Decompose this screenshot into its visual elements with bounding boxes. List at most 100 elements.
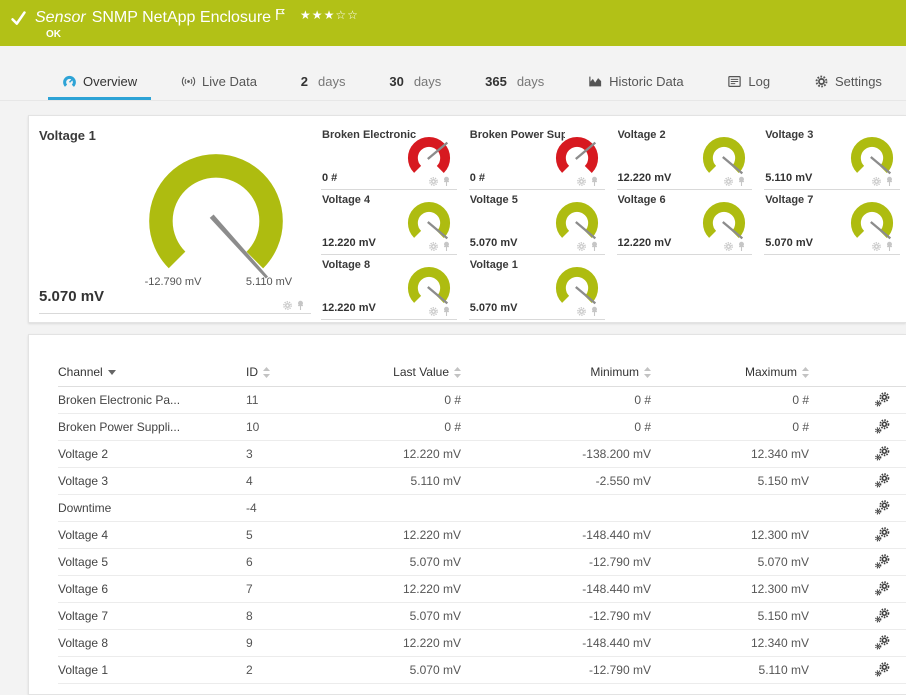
column-header-maximum[interactable]: Maximum	[651, 359, 809, 387]
cell-last-value: 12.220 mV	[361, 440, 461, 468]
cell-minimum: 0 #	[461, 386, 651, 414]
gear-icon[interactable]	[282, 300, 293, 311]
cell-last-value: 0 #	[361, 386, 461, 414]
column-header-minimum[interactable]: Minimum	[461, 359, 651, 387]
table-row[interactable]: Downtime -4	[58, 494, 906, 522]
historic-chart-icon	[589, 76, 602, 86]
column-header-id[interactable]: ID	[246, 359, 361, 387]
cell-id: 10	[246, 413, 361, 441]
stars-empty: ☆☆	[335, 8, 359, 22]
cell-last-value: 5.070 mV	[361, 548, 461, 576]
cell-channel: Voltage 2	[58, 440, 246, 468]
cell-id: 9	[246, 629, 361, 657]
gear-icon[interactable]	[871, 241, 882, 252]
cell-id: 4	[246, 467, 361, 495]
gear-icon[interactable]	[576, 176, 587, 187]
cell-minimum: -148.440 mV	[461, 521, 651, 549]
cell-minimum: -148.440 mV	[461, 629, 651, 657]
channel-settings-icon[interactable]	[875, 446, 890, 461]
channel-settings-icon[interactable]	[875, 527, 890, 542]
column-header-channel[interactable]: Channel	[58, 359, 246, 387]
gear-icon[interactable]	[428, 241, 439, 252]
sort-desc-icon	[107, 369, 116, 375]
channel-settings-icon[interactable]	[875, 392, 890, 407]
column-label: Maximum	[744, 365, 797, 380]
tab-log[interactable]: Log	[713, 65, 784, 100]
pin-icon[interactable]	[885, 176, 894, 187]
channel-settings-icon[interactable]	[875, 500, 890, 515]
gear-icon[interactable]	[871, 176, 882, 187]
table-row[interactable]: Broken Electronic Pa... 11 0 # 0 # 0 #	[58, 386, 906, 414]
tab-30-days[interactable]: 30 days	[375, 65, 455, 100]
tab-live-data[interactable]: Live Data	[167, 65, 271, 100]
content-area: Voltage 1 -12.790 mV 5.110 mV 5.070 mV B…	[0, 101, 906, 695]
pin-icon[interactable]	[885, 241, 894, 252]
channels-table: Channel ID Last Value Minimum Maximum Br…	[58, 359, 906, 684]
cell-maximum: 0 #	[651, 386, 809, 414]
cell-last-value: 12.220 mV	[361, 521, 461, 549]
channel-settings-icon[interactable]	[875, 419, 890, 434]
cell-id: 7	[246, 575, 361, 603]
small-gauge-grid: Broken Electronic Parts 0 # Broken Power…	[321, 128, 900, 322]
table-row[interactable]: Voltage 3 4 5.110 mV -2.550 mV 5.150 mV	[58, 467, 906, 495]
table-row[interactable]: Voltage 8 9 12.220 mV -148.440 mV 12.340…	[58, 629, 906, 657]
table-row[interactable]: Voltage 1 2 5.070 mV -12.790 mV 5.110 mV	[58, 656, 906, 684]
gauge-tile: Voltage 7 5.070 mV	[764, 193, 900, 255]
tab-day-count: 30	[389, 73, 404, 89]
pin-icon[interactable]	[737, 176, 746, 187]
pin-icon[interactable]	[590, 176, 599, 187]
column-header-last-value[interactable]: Last Value	[361, 359, 461, 387]
pin-icon[interactable]	[737, 241, 746, 252]
pin-icon[interactable]	[442, 306, 451, 317]
column-label: Channel	[58, 365, 103, 380]
tab-overview[interactable]: Overview	[48, 65, 152, 100]
gear-icon[interactable]	[723, 241, 734, 252]
sensor-kind-label: Sensor	[35, 9, 86, 26]
sort-both-icon	[644, 366, 651, 378]
gear-icon[interactable]	[723, 176, 734, 187]
channel-settings-icon[interactable]	[875, 635, 890, 650]
cell-channel: Downtime	[58, 494, 246, 522]
table-row[interactable]: Voltage 6 7 12.220 mV -148.440 mV 12.300…	[58, 575, 906, 603]
cell-minimum: -12.790 mV	[461, 548, 651, 576]
favorite-rating-stars[interactable]: ★★★☆☆	[300, 8, 359, 22]
column-header-settings	[809, 359, 906, 387]
channel-settings-icon[interactable]	[875, 473, 890, 488]
cell-maximum: 5.110 mV	[651, 656, 809, 684]
pin-icon[interactable]	[590, 306, 599, 317]
gauge-value: 5.070 mV	[765, 237, 813, 249]
tab-365-days[interactable]: 365 days	[471, 65, 558, 100]
tab-settings[interactable]: Settings	[800, 65, 896, 100]
gear-icon	[815, 75, 828, 87]
pin-icon[interactable]	[442, 241, 451, 252]
column-label: Last Value	[393, 365, 449, 380]
channel-settings-icon[interactable]	[875, 662, 890, 677]
gear-icon[interactable]	[576, 241, 587, 252]
cell-maximum: 0 #	[651, 413, 809, 441]
tab-historic-data[interactable]: Historic Data	[574, 65, 697, 100]
channel-settings-icon[interactable]	[875, 608, 890, 623]
gauge-tile: Voltage 3 5.110 mV	[764, 128, 900, 190]
tab-label: days	[516, 73, 545, 89]
gauge-title: Voltage 7	[765, 194, 814, 206]
pin-icon[interactable]	[442, 176, 451, 187]
gear-icon[interactable]	[428, 176, 439, 187]
gear-icon[interactable]	[428, 306, 439, 317]
gear-icon[interactable]	[576, 306, 587, 317]
gauge-tile: Broken Power Supplies 0 #	[468, 128, 605, 190]
table-row[interactable]: Voltage 2 3 12.220 mV -138.200 mV 12.340…	[58, 440, 906, 468]
tab-2-days[interactable]: 2 days	[287, 65, 360, 100]
channel-settings-icon[interactable]	[875, 554, 890, 569]
gauge-title: Voltage 5	[469, 194, 518, 206]
pin-icon[interactable]	[590, 241, 599, 252]
gauge-value: 12.220 mV	[617, 237, 672, 249]
table-row[interactable]: Voltage 5 6 5.070 mV -12.790 mV 5.070 mV	[58, 548, 906, 576]
gauge-value: 12.220 mV	[322, 302, 376, 314]
gauge-max-label: 5.110 mV	[245, 276, 293, 288]
table-row[interactable]: Voltage 7 8 5.070 mV -12.790 mV 5.150 mV	[58, 602, 906, 630]
pin-icon[interactable]	[296, 300, 305, 311]
channel-settings-icon[interactable]	[875, 581, 890, 596]
cell-last-value: 5.110 mV	[361, 467, 461, 495]
table-row[interactable]: Broken Power Suppli... 10 0 # 0 # 0 #	[58, 413, 906, 441]
table-row[interactable]: Voltage 4 5 12.220 mV -148.440 mV 12.300…	[58, 521, 906, 549]
